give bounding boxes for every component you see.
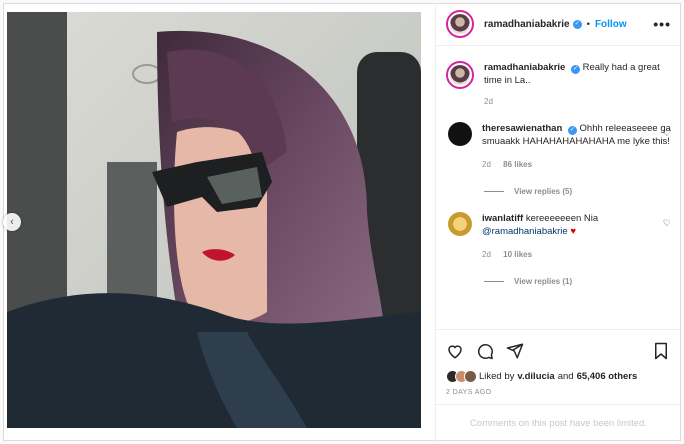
- liked-by-and: and: [557, 371, 574, 382]
- heart-icon[interactable]: [446, 342, 464, 360]
- post-header: ramadhaniabakrie ✓ • Follow •••: [436, 3, 681, 46]
- comment-mention[interactable]: @ramadhaniabakrie: [482, 226, 568, 237]
- comment-username[interactable]: iwanlatiff: [482, 213, 523, 224]
- commenter-avatar[interactable]: [448, 122, 472, 146]
- liked-by-prefix: Liked by: [479, 371, 515, 382]
- liked-by-user[interactable]: v.dilucia: [517, 371, 554, 382]
- comments-list[interactable]: ramadhaniabakrie ✓ Really had a great ti…: [436, 47, 681, 329]
- view-replies-link[interactable]: View replies (5): [484, 187, 671, 196]
- red-heart-emoji: ♥: [570, 226, 576, 237]
- liked-by-row: Liked by v.dilucia and 65,406 others: [446, 370, 671, 383]
- comment-icon[interactable]: [476, 342, 494, 360]
- verified-badge-icon: ✓: [567, 126, 577, 135]
- bookmark-icon[interactable]: [653, 342, 669, 360]
- comment-time[interactable]: 2d: [482, 160, 491, 169]
- post-image[interactable]: [7, 12, 421, 428]
- liker-avatars[interactable]: [446, 370, 477, 383]
- author-avatar[interactable]: [446, 10, 474, 38]
- view-replies-label: View replies (5): [514, 187, 573, 196]
- follow-button[interactable]: Follow: [595, 19, 627, 30]
- commenter-avatar[interactable]: [448, 212, 472, 236]
- share-icon[interactable]: [506, 342, 524, 360]
- comment-likes[interactable]: 10 likes: [503, 250, 532, 259]
- comment-like-icon[interactable]: ♡: [663, 128, 671, 139]
- comment-text: kereeeeeeen Nia: [525, 213, 599, 224]
- comment-likes[interactable]: 86 likes: [503, 160, 532, 169]
- comment-like-icon[interactable]: ♡: [663, 218, 671, 229]
- reply-divider: [484, 191, 504, 192]
- comment-time[interactable]: 2d: [482, 250, 491, 259]
- likes-count[interactable]: 65,406 others: [577, 371, 638, 382]
- view-replies-label: View replies (1): [514, 277, 573, 286]
- comment-item: theresawienathan ✓ Ohhh releeaseeee ga s…: [446, 122, 671, 171]
- commenter-avatar[interactable]: [446, 61, 474, 89]
- post-actions: Liked by v.dilucia and 65,406 others 2 D…: [436, 329, 681, 441]
- comment-time[interactable]: 2d: [484, 97, 493, 106]
- comment-username[interactable]: theresawienathan: [482, 123, 562, 134]
- verified-badge-icon: ✓: [570, 65, 580, 74]
- previous-arrow-button[interactable]: ‹: [3, 213, 21, 231]
- caption: ramadhaniabakrie ✓ Really had a great ti…: [446, 61, 671, 108]
- post-date[interactable]: 2 DAYS AGO: [446, 389, 671, 396]
- comment-item: iwanlatiff kereeeeeeen Nia @ramadhaniaba…: [446, 212, 671, 261]
- view-replies-link[interactable]: View replies (1): [484, 277, 671, 286]
- reply-divider: [484, 281, 504, 282]
- verified-badge-icon: ✓: [572, 19, 582, 29]
- chevron-left-icon: ‹: [10, 216, 14, 228]
- separator-dot: •: [586, 18, 590, 30]
- comment-username[interactable]: ramadhaniabakrie: [484, 62, 565, 73]
- comments-limited-notice: Comments on this post have been limited.: [436, 404, 681, 441]
- author-username[interactable]: ramadhaniabakrie: [484, 19, 570, 30]
- post-sidebar: ramadhaniabakrie ✓ • Follow ••• ramadhan…: [435, 3, 681, 441]
- more-options-icon[interactable]: •••: [653, 16, 671, 32]
